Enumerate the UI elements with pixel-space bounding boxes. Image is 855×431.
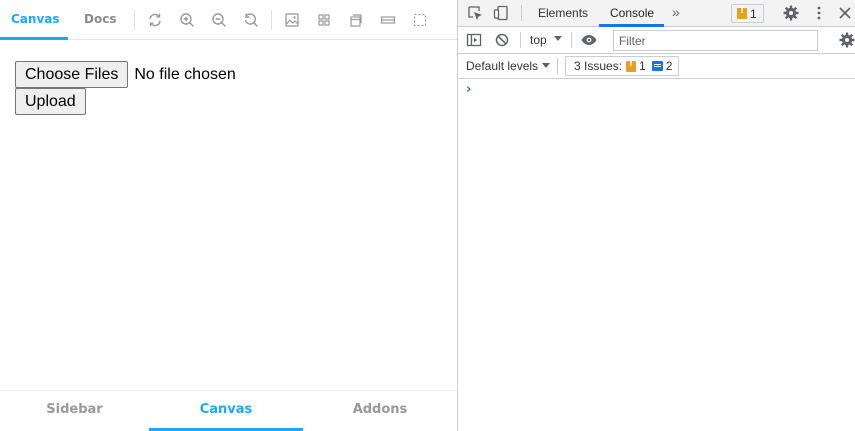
console-prompt-chevron-icon[interactable]: › bbox=[466, 82, 471, 97]
tab-console[interactable]: Console bbox=[610, 0, 654, 27]
toolbar-divider bbox=[571, 32, 572, 48]
viewport-icon[interactable] bbox=[347, 11, 365, 29]
choose-files-button[interactable]: Choose Files bbox=[15, 61, 129, 88]
storybook-toolbar: Canvas Docs bbox=[0, 0, 457, 40]
story-canvas: Choose Files No file chosen Upload bbox=[0, 40, 457, 390]
toolbar-divider bbox=[134, 10, 135, 30]
screen: Canvas Docs Choose Files No file chosen … bbox=[0, 0, 855, 431]
tab-docs[interactable]: Docs bbox=[84, 0, 116, 40]
file-input[interactable]: Choose Files No file chosen bbox=[15, 61, 236, 88]
tabbar-divider bbox=[521, 5, 522, 21]
settings-gear-icon[interactable] bbox=[782, 4, 800, 22]
console-levels-bar: Default levels 3 Issues: 1 2 bbox=[458, 54, 855, 79]
clear-console-icon[interactable] bbox=[493, 31, 511, 49]
warning-count: 1 bbox=[750, 6, 757, 21]
filter-input[interactable] bbox=[613, 30, 818, 51]
close-icon[interactable] bbox=[836, 4, 854, 22]
tab-canvas[interactable]: Canvas bbox=[11, 0, 60, 40]
zoom-out-icon[interactable] bbox=[210, 11, 228, 29]
log-levels-dropdown[interactable]: Default levels bbox=[466, 59, 538, 73]
console-settings-gear-icon[interactable] bbox=[838, 31, 855, 49]
toolbar-divider bbox=[557, 58, 558, 74]
mobile-nav-bar: Sidebar Canvas Addons bbox=[0, 390, 457, 431]
outline-icon[interactable] bbox=[411, 11, 429, 29]
reload-icon[interactable] bbox=[146, 11, 164, 29]
tab-elements[interactable]: Elements bbox=[538, 0, 588, 27]
warning-flag-icon bbox=[737, 6, 747, 19]
issues-warning-icon bbox=[626, 59, 637, 72]
nav-tab-addons[interactable]: Addons bbox=[303, 391, 457, 431]
issues-label: 3 Issues: bbox=[574, 59, 623, 73]
more-tabs-chevron-icon[interactable]: » bbox=[672, 4, 680, 20]
toolbar-divider bbox=[520, 32, 521, 48]
issues-info-icon bbox=[651, 61, 663, 71]
warnings-counter[interactable]: 1 bbox=[731, 4, 764, 23]
device-toolbar-icon[interactable] bbox=[492, 4, 510, 22]
context-dropdown-caret-icon[interactable] bbox=[554, 36, 562, 41]
toolbar-divider bbox=[271, 10, 272, 30]
console-output[interactable]: › bbox=[458, 79, 855, 431]
zoom-in-icon[interactable] bbox=[178, 11, 196, 29]
levels-caret-icon[interactable] bbox=[542, 63, 550, 68]
issues-info-count: 2 bbox=[665, 59, 673, 73]
zoom-reset-icon[interactable] bbox=[242, 11, 260, 29]
kebab-menu-icon[interactable] bbox=[810, 4, 828, 22]
devtools-panel: Elements Console » 1 bbox=[458, 0, 855, 431]
upload-button[interactable]: Upload bbox=[15, 88, 86, 115]
measure-icon[interactable] bbox=[379, 11, 397, 29]
grid-icon[interactable] bbox=[315, 11, 333, 29]
file-status-text: No file chosen bbox=[134, 65, 236, 83]
background-icon[interactable] bbox=[283, 11, 301, 29]
show-sidebar-icon[interactable] bbox=[465, 31, 483, 49]
issues-warning-count: 1 bbox=[639, 59, 646, 73]
storybook-pane: Canvas Docs Choose Files No file chosen … bbox=[0, 0, 457, 431]
nav-tab-sidebar[interactable]: Sidebar bbox=[0, 391, 149, 431]
issues-button[interactable]: 3 Issues: 1 2 bbox=[565, 56, 679, 76]
inspect-element-icon[interactable] bbox=[466, 4, 484, 22]
live-expression-eye-icon[interactable] bbox=[580, 31, 598, 49]
nav-tab-canvas[interactable]: Canvas bbox=[149, 391, 303, 431]
devtools-tabbar: Elements Console » 1 bbox=[458, 0, 855, 27]
console-toolbar: top bbox=[458, 27, 855, 54]
context-selector[interactable]: top bbox=[530, 33, 547, 47]
